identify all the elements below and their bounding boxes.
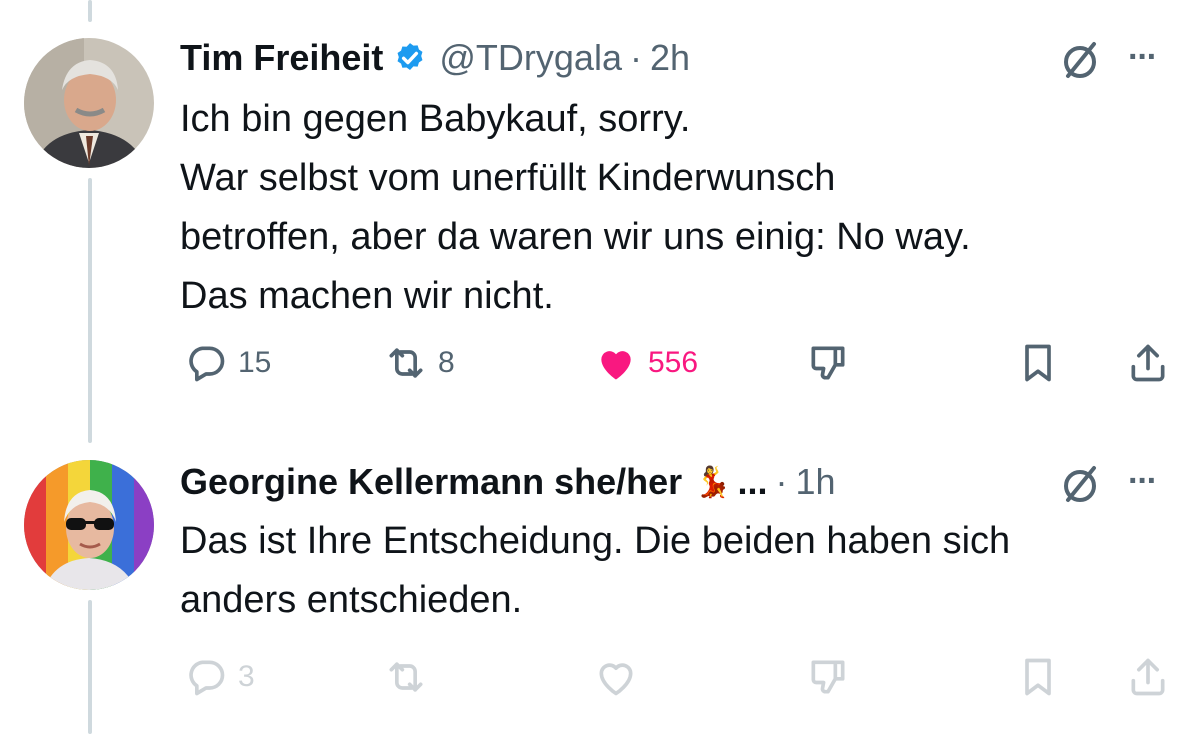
author-handle[interactable]: @TDrygala — [439, 37, 622, 79]
bookmark-icon — [1025, 658, 1051, 696]
verified-badge-icon — [393, 41, 427, 75]
dislike-icon — [811, 346, 845, 380]
like-icon — [601, 351, 631, 380]
bookmark-button[interactable] — [1016, 652, 1060, 702]
reply-button[interactable]: 15 — [184, 338, 271, 388]
avatar-tim[interactable] — [24, 38, 154, 168]
reply-count: 3 — [238, 660, 255, 693]
reply-count: 15 — [238, 346, 272, 379]
bookmark-icon — [1025, 344, 1051, 382]
action-bar: 15 8 556 — [180, 338, 1180, 388]
timestamp[interactable]: 2h — [650, 37, 690, 79]
name-ellipsis: ... — [737, 461, 768, 502]
tweet-text-line: betroffen, aber da waren wir uns einig: … — [180, 216, 971, 258]
tweet-text-line: anders entschieden. — [180, 579, 523, 621]
share-button[interactable] — [1126, 652, 1170, 702]
separator-dot: · — [775, 461, 788, 502]
action-bar: 3 — [180, 652, 1180, 702]
dislike-button[interactable] — [806, 338, 850, 388]
like-button[interactable] — [594, 652, 638, 702]
tweet-header: Tim Freiheit @TDrygala · 2h — [180, 33, 690, 83]
tweet-1[interactable]: Tim Freiheit @TDrygala · 2h ··· Ich bin … — [0, 0, 1200, 420]
tweet-text: Das ist Ihre Entscheidung. Die beiden ha… — [180, 512, 1180, 630]
author-name[interactable]: Georgine Kellermann she/her — [180, 461, 682, 503]
reply-icon — [189, 660, 225, 696]
avatar-georgine[interactable] — [24, 460, 154, 590]
dislike-icon — [811, 660, 845, 694]
more-icon[interactable]: ··· — [1128, 462, 1158, 501]
tweet-header: Georgine Kellermann she/her 💃 ... · 1h — [180, 457, 836, 507]
tweet-text-line: War selbst vom unerfüllt Kinderwunsch — [180, 157, 836, 199]
timestamp[interactable]: 1h — [796, 461, 836, 503]
dislike-button[interactable] — [806, 652, 850, 702]
reply-icon — [189, 346, 225, 382]
tweet-text-line: Das ist Ihre Entscheidung. Die beiden ha… — [180, 520, 1011, 562]
tweet-text: Ich bin gegen Babykauf, sorry. War selbs… — [180, 90, 1180, 326]
like-count: 556 — [648, 346, 699, 379]
author-name[interactable]: Tim Freiheit — [180, 37, 383, 79]
like-button[interactable]: 556 — [594, 338, 698, 388]
repost-button[interactable] — [384, 652, 428, 702]
grok-icon[interactable] — [1056, 36, 1104, 84]
separator-dot: · — [629, 37, 642, 78]
name-emoji: 💃 — [694, 465, 732, 499]
share-button[interactable] — [1126, 338, 1170, 388]
repost-button[interactable]: 8 — [384, 338, 455, 388]
tweet-2[interactable]: Georgine Kellermann she/her 💃 ... · 1h ·… — [0, 440, 1200, 734]
reply-button[interactable]: 3 — [184, 652, 255, 702]
more-icon[interactable]: ··· — [1128, 38, 1158, 77]
grok-icon[interactable] — [1056, 460, 1104, 508]
tweet-text-line: Ich bin gegen Babykauf, sorry. — [180, 98, 691, 140]
repost-count: 8 — [438, 346, 455, 379]
avatar-image — [24, 38, 154, 168]
like-icon — [599, 663, 633, 696]
repost-icon — [389, 348, 423, 378]
share-icon — [1131, 344, 1165, 382]
avatar-image — [24, 460, 154, 590]
tweet-text-line: Das machen wir nicht. — [180, 275, 554, 317]
share-icon — [1131, 658, 1165, 696]
repost-icon — [389, 662, 423, 692]
bookmark-button[interactable] — [1016, 338, 1060, 388]
